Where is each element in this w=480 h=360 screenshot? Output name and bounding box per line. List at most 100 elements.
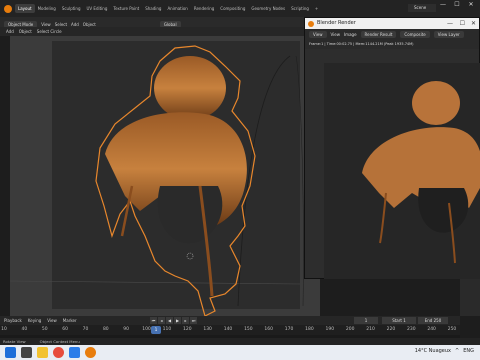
jump-end-icon[interactable]: ⏭	[190, 317, 197, 324]
end-frame-field[interactable]: End 250	[418, 317, 448, 324]
3d-viewport[interactable]	[0, 36, 320, 316]
task-view-icon[interactable]	[21, 347, 32, 358]
object-menu[interactable]: Object	[83, 22, 96, 27]
tab-scripting[interactable]: Scripting	[288, 4, 312, 13]
properties-side-panel[interactable]	[460, 279, 480, 316]
render-hair-strand	[379, 192, 387, 244]
render-window: Blender Render — ☐ ✕ View View Image Ren…	[304, 17, 480, 279]
chrome-icon[interactable]	[53, 347, 64, 358]
playback-controls: ⏮ ◂ ◀ ▶ ▸ ⏭	[150, 317, 197, 324]
render-menu-bar: View View Image Render Result Composite …	[305, 29, 479, 40]
render-maximize-button[interactable]: ☐	[460, 18, 465, 29]
tab-geometry-nodes[interactable]: Geometry Nodes	[248, 4, 288, 13]
os-taskbar: 14°C Nuageux ^ ENG	[0, 345, 480, 360]
ruler-tick: 120	[182, 327, 192, 332]
select-circle-tool[interactable]: Select Circle	[37, 29, 62, 34]
play-icon[interactable]: ▶	[174, 317, 181, 324]
blender-taskbar-icon[interactable]	[85, 347, 96, 358]
tray-expand-icon[interactable]: ^	[455, 348, 459, 354]
start-menu-icon[interactable]	[5, 347, 16, 358]
playback-menu[interactable]: Playback	[4, 318, 22, 323]
select-menu[interactable]: Select	[55, 22, 67, 27]
scene-selector[interactable]: Scene	[408, 4, 436, 12]
edge-icon[interactable]	[69, 347, 80, 358]
render-close-button[interactable]: ✕	[471, 18, 476, 29]
tab-sculpting[interactable]: Sculpting	[59, 4, 84, 13]
blender-icon	[308, 21, 314, 27]
object-tool-menu[interactable]: Object	[19, 29, 32, 34]
editor-type-dropdown[interactable]: View	[309, 31, 327, 38]
tool-shelf[interactable]	[0, 36, 10, 316]
ruler-tick: 90	[123, 327, 130, 332]
close-button[interactable]: ✕	[464, 0, 478, 10]
ruler-tick: 70	[82, 327, 89, 332]
marker-menu[interactable]: Marker	[63, 318, 77, 323]
render-view-menu[interactable]: View	[331, 32, 341, 37]
ruler-tick: 250	[447, 327, 457, 332]
camera-line	[295, 55, 304, 307]
tab-layout[interactable]: Layout	[15, 4, 35, 13]
playhead[interactable]: 1	[151, 326, 161, 334]
add-workspace-button[interactable]: +	[312, 6, 321, 11]
viewport-scene	[9, 45, 304, 316]
render-result-dropdown[interactable]: Render Result	[360, 31, 397, 38]
ruler-tick: 200	[345, 327, 355, 332]
status-rotate-view: Rotate View	[3, 339, 26, 344]
file-explorer-icon[interactable]	[37, 347, 48, 358]
ruler-tick: 80	[102, 327, 109, 332]
play-reverse-icon[interactable]: ◀	[166, 317, 173, 324]
ruler-tick: 100	[142, 327, 151, 332]
ruler-tick: 150	[244, 327, 253, 332]
ruler-tick: 10	[1, 327, 7, 332]
ruler-tick: 50	[41, 327, 48, 332]
tab-compositing[interactable]: Compositing	[217, 4, 248, 13]
language-indicator[interactable]: ENG	[463, 348, 474, 354]
render-hair-bun	[412, 81, 460, 125]
timeline-ruler[interactable]: 250 240 230 220 210 200 190 180 170 160 150 140 130 1…	[0, 325, 460, 335]
ruler-tick: 140	[223, 327, 233, 332]
render-minimize-button[interactable]: —	[447, 18, 453, 29]
blender-logo-icon[interactable]	[4, 4, 12, 13]
ruler-tick: 160	[264, 327, 274, 332]
render-image	[362, 81, 480, 264]
start-frame-field[interactable]: Start 1	[382, 317, 416, 324]
timeline-view-menu[interactable]: View	[47, 318, 57, 323]
minimize-button[interactable]: —	[436, 0, 450, 10]
view-layer-dropdown[interactable]: View Layer	[433, 31, 464, 38]
composite-dropdown[interactable]: Composite	[400, 31, 430, 38]
status-context-menu: Object Context Menu	[39, 339, 80, 344]
weather-text[interactable]: 14°C Nuageux	[415, 348, 451, 354]
tab-modeling[interactable]: Modeling	[35, 4, 59, 13]
prev-key-icon[interactable]: ◂	[158, 317, 165, 324]
maximize-button[interactable]: ☐	[450, 0, 464, 10]
ruler-tick: 180	[305, 327, 314, 332]
hair-bun	[154, 56, 226, 120]
tab-uv-editing[interactable]: UV Editing	[84, 4, 111, 13]
end-value: 250	[433, 318, 442, 323]
view-menu[interactable]: View	[41, 22, 51, 27]
status-bar: Rotate View Object Context Menu	[0, 338, 480, 345]
current-frame-field[interactable]: 1	[354, 317, 378, 324]
ruler-tick: 110	[162, 327, 172, 332]
tab-texture-paint[interactable]: Texture Paint	[110, 4, 142, 13]
tab-animation[interactable]: Animation	[164, 4, 190, 13]
jump-start-icon[interactable]: ⏮	[150, 317, 157, 324]
ruler-tick: 210	[366, 327, 375, 332]
add-menu[interactable]: Add	[71, 22, 79, 27]
render-hair-shadow	[418, 188, 469, 233]
system-tray: 14°C Nuageux ^ ENG	[415, 348, 474, 354]
ruler-tick: 240	[427, 327, 436, 332]
tab-shading[interactable]: Shading	[142, 4, 164, 13]
render-image-menu[interactable]: Image	[344, 32, 357, 37]
next-key-icon[interactable]: ▸	[182, 317, 189, 324]
tab-rendering[interactable]: Rendering	[191, 4, 217, 13]
add-tool-menu[interactable]: Add	[6, 29, 14, 34]
grid-line	[9, 280, 301, 285]
hair-shadow	[157, 186, 223, 244]
blender-window: Layout Modeling Sculpting UV Editing Tex…	[0, 0, 480, 360]
keying-menu[interactable]: Keying	[28, 318, 41, 323]
render-image-area[interactable]	[324, 63, 480, 279]
ruler-tick: 60	[62, 327, 68, 332]
ruler-tick: 230	[406, 327, 416, 332]
ruler-tick: 130	[203, 327, 212, 332]
